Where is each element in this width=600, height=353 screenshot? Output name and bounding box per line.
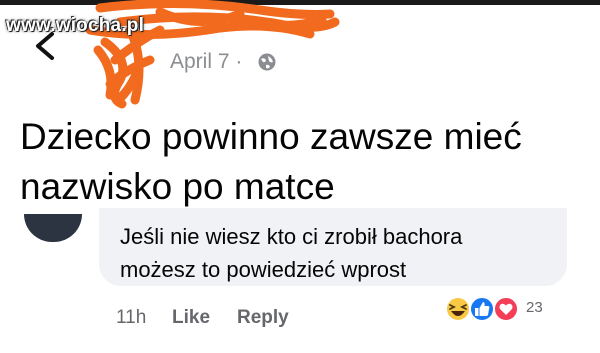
reactions-summary[interactable] [442, 294, 572, 324]
comment-text: Jeśli nie wiesz kto ci zrobił bachora mo… [120, 220, 462, 286]
post-text-line-2: nazwisko po matce [20, 166, 335, 207]
reaction-count[interactable]: 23 [526, 299, 543, 316]
post-text-line-1: Dziecko powinno zawsze mieć [20, 116, 522, 157]
watermark: www.wiocha.pl [6, 15, 145, 36]
haha-icon [445, 296, 471, 322]
post-text: Dziecko powinno zawsze mieć nazwisko po … [20, 112, 590, 212]
comment-line-1: Jeśli nie wiesz kto ci zrobił bachora [120, 224, 463, 249]
like-icon [469, 296, 495, 322]
love-icon [493, 296, 519, 322]
commenter-avatar[interactable] [24, 214, 82, 242]
reply-button[interactable]: Reply [237, 307, 289, 329]
like-button[interactable]: Like [172, 307, 210, 329]
comment-timestamp[interactable]: 11h [116, 307, 146, 329]
comment-line-2: możesz to powiedzieć wprost [120, 257, 407, 282]
